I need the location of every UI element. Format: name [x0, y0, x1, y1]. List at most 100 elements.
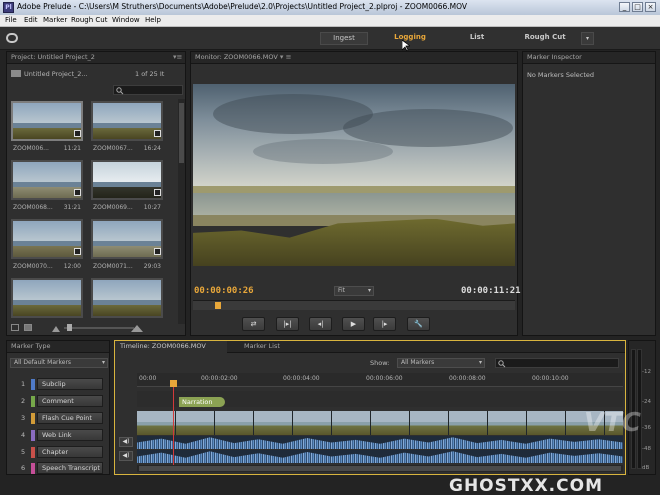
show-markers-dropdown[interactable]: All Markers ▾: [397, 358, 485, 368]
video-clip-icon: [154, 130, 161, 137]
project-scrollbar[interactable]: [178, 99, 185, 324]
vtc-watermark: VTC: [584, 408, 641, 438]
step-back-button[interactable]: ◂|: [309, 317, 332, 331]
meter-scale-label: dB: [642, 465, 650, 471]
timeline-search-input[interactable]: [495, 358, 619, 368]
marker-color-swatch: [31, 447, 35, 458]
marker-color-swatch: [31, 463, 35, 474]
project-footer: [9, 322, 185, 334]
show-markers-value: All Markers: [401, 359, 435, 366]
tab-marker-list[interactable]: Marker List: [239, 341, 299, 353]
meter-scale-label: -24: [642, 399, 651, 405]
comment-marker-button[interactable]: Comment: [37, 395, 103, 407]
clip-name: ZOOM0068...: [13, 204, 53, 211]
narration-marker[interactable]: Narration: [179, 397, 225, 407]
clip-thumbnail[interactable]: ZOOM0070... 12:00: [11, 219, 87, 275]
menu-marker[interactable]: Marker: [43, 16, 67, 24]
marker-set-dropdown[interactable]: All Default Markers ▾: [10, 358, 108, 368]
marker-type-header[interactable]: Marker Type: [7, 341, 109, 353]
speaker-icon[interactable]: ◀): [119, 451, 133, 461]
panel-menu-icon[interactable]: ▾≡: [173, 53, 182, 61]
title-bar: Pl Adobe Prelude - C:\Users\M Struthers\…: [0, 0, 660, 15]
monitor-panel-header[interactable]: Monitor: ZOOM0066.MOV ▾ ≡: [191, 52, 517, 64]
flash-cue-point-marker-button[interactable]: Flash Cue Point: [37, 412, 103, 424]
shortcut-number: 2: [21, 397, 26, 405]
marker-set-value: All Default Markers: [14, 359, 72, 366]
meter-scale-label: -36: [642, 425, 651, 431]
wrench-icon[interactable]: 🔧: [407, 317, 430, 331]
monitor-panel-title: Monitor: ZOOM0066.MOV: [195, 53, 278, 61]
marker-type-row: 1 Subclip: [7, 377, 107, 391]
icon-view-icon[interactable]: [24, 324, 32, 331]
clip-name: ZOOM0071...: [93, 263, 133, 270]
playhead-icon[interactable]: [170, 380, 177, 387]
clip-name: ZOOM0069...: [93, 204, 133, 211]
timeline-scrollbar[interactable]: [137, 465, 623, 472]
clip-thumbnail[interactable]: ZOOM0069... 10:27: [91, 160, 167, 216]
playhead-icon[interactable]: [215, 302, 221, 309]
zoom-out-icon[interactable]: [52, 326, 60, 332]
fit-dropdown[interactable]: Fit ▾: [334, 286, 374, 296]
maximize-button[interactable]: □: [632, 2, 643, 12]
workspace-rough-cut[interactable]: Rough Cut: [515, 32, 575, 45]
go-to-in-button[interactable]: |▸|: [276, 317, 299, 331]
menu-window[interactable]: Window: [112, 16, 140, 24]
project-panel-title: Project: Untitled Project_2: [11, 53, 95, 61]
menu-edit[interactable]: Edit: [24, 16, 38, 24]
minimize-button[interactable]: _: [619, 2, 630, 12]
list-view-icon[interactable]: [11, 324, 19, 331]
video-track[interactable]: [137, 411, 623, 435]
monitor-scrub-bar[interactable]: [193, 300, 515, 310]
web-link-marker-button[interactable]: Web Link: [37, 429, 103, 441]
subclip-marker-button[interactable]: Subclip: [37, 378, 103, 390]
workspace-more-icon[interactable]: ▾: [581, 32, 594, 45]
ghostxx-watermark: GHOSTXX.COM: [449, 476, 603, 495]
speech-transcript-marker-button[interactable]: Speech Transcript: [37, 462, 103, 474]
close-button[interactable]: ×: [645, 2, 656, 12]
search-icon: [498, 360, 506, 368]
clip-duration: 10:27: [143, 204, 161, 211]
play-button[interactable]: ▶: [342, 317, 365, 331]
timeline-panel: Timeline: ZOOM0066.MOV Marker List Show:…: [114, 340, 626, 475]
clip-thumbnail[interactable]: ZOOM0068... 31:21: [11, 160, 87, 216]
speaker-icon[interactable]: ◀): [119, 437, 133, 447]
step-forward-button[interactable]: |▸: [373, 317, 396, 331]
zoom-slider-handle[interactable]: [67, 324, 72, 331]
menu-file[interactable]: File: [5, 16, 17, 24]
clip-thumbnail[interactable]: ZOOM006... 11:21: [11, 101, 87, 157]
ruler-tick-label: 00:00:10:00: [532, 375, 569, 382]
shortcut-number: 4: [21, 431, 26, 439]
tab-timeline[interactable]: Timeline: ZOOM0066.MOV: [115, 341, 227, 353]
clip-duration: 16:24: [143, 145, 161, 152]
window-title: Adobe Prelude - C:\Users\M Struthers\Doc…: [17, 2, 468, 11]
project-panel-header[interactable]: Project: Untitled Project_2: [7, 52, 185, 64]
video-clip-icon: [154, 248, 161, 255]
video-frame[interactable]: [193, 84, 515, 266]
workspace-logging[interactable]: Logging: [385, 32, 435, 45]
tab-timeline-label: Timeline: ZOOM0066.MOV: [120, 342, 206, 350]
audio-track-2[interactable]: [137, 450, 623, 463]
loop-button[interactable]: ⇄: [242, 317, 265, 331]
chapter-marker-button[interactable]: Chapter: [37, 446, 103, 458]
clip-thumbnail[interactable]: ZOOM0067... 16:24: [91, 101, 167, 157]
audio-track-1[interactable]: [137, 436, 623, 449]
marker-inspector-header[interactable]: Marker Inspector: [523, 52, 655, 64]
marker-color-swatch: [31, 413, 35, 424]
meter-scale-label: -12: [642, 369, 651, 375]
clip-duration: 31:21: [63, 204, 81, 211]
workspace-list[interactable]: List: [460, 32, 494, 45]
search-icon: [116, 87, 124, 95]
ingest-button[interactable]: Ingest: [320, 32, 368, 45]
marker-color-swatch: [31, 379, 35, 390]
video-clip-icon: [74, 248, 81, 255]
current-timecode[interactable]: 00:00:00:26: [194, 286, 254, 296]
thumbnail-zoom-slider[interactable]: [64, 327, 134, 329]
creative-cloud-icon[interactable]: [6, 33, 18, 43]
menu-help[interactable]: Help: [145, 16, 161, 24]
project-search-input[interactable]: [113, 85, 183, 95]
show-label: Show:: [370, 359, 390, 367]
time-ruler[interactable]: 00:00 00:00:02:00 00:00:04:00 00:00:06:0…: [137, 373, 623, 387]
zoom-in-icon[interactable]: [131, 325, 143, 332]
menu-rough-cut[interactable]: Rough Cut: [71, 16, 107, 24]
clip-thumbnail[interactable]: ZOOM0071... 29:03: [91, 219, 167, 275]
